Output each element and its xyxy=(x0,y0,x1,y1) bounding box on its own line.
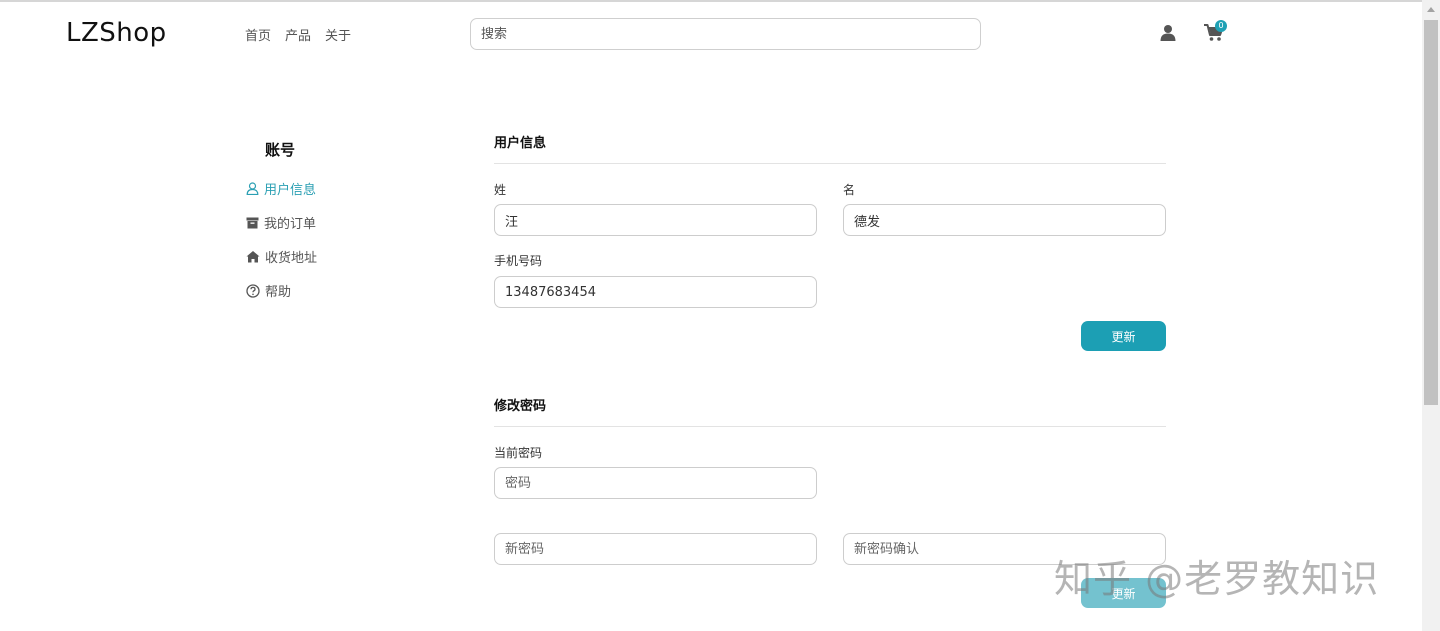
scrollbar-thumb[interactable] xyxy=(1424,20,1438,405)
last-name-field[interactable] xyxy=(494,204,817,236)
sidebar-title: 账号 xyxy=(265,141,296,159)
top-border xyxy=(0,0,1422,2)
sidebar-item-address[interactable]: 收货地址 xyxy=(246,247,317,266)
question-circle-icon xyxy=(246,283,260,298)
nav-item-products[interactable]: 产品 xyxy=(285,25,311,44)
sidebar-item-user-info[interactable]: 用户信息 xyxy=(246,179,316,198)
nav-item-about[interactable]: 关于 xyxy=(325,25,351,44)
main-nav: 首页 产品 关于 xyxy=(245,25,351,44)
home-icon xyxy=(246,251,260,263)
phone-label: 手机号码 xyxy=(494,254,543,268)
update-profile-button[interactable]: 更新 xyxy=(1081,321,1166,351)
logo[interactable]: LZShop xyxy=(66,18,167,48)
sidebar-item-label: 我的订单 xyxy=(264,217,317,232)
scrollbar[interactable] xyxy=(1422,0,1440,631)
sidebar-item-orders[interactable]: 我的订单 xyxy=(246,213,316,232)
sidebar-item-label: 收货地址 xyxy=(265,251,318,266)
first-name-field[interactable] xyxy=(843,204,1166,236)
sidebar-item-label: 用户信息 xyxy=(264,183,317,198)
current-password-field[interactable] xyxy=(494,467,817,499)
search-input[interactable] xyxy=(470,18,981,50)
section-divider xyxy=(494,426,1166,427)
sidebar-item-help[interactable]: 帮助 xyxy=(246,281,291,300)
scroll-up-arrow-icon[interactable] xyxy=(1422,0,1440,18)
user-outline-icon xyxy=(246,182,259,195)
user-icon[interactable] xyxy=(1159,24,1177,42)
nav-item-home[interactable]: 首页 xyxy=(245,25,271,44)
archive-box-icon xyxy=(246,217,259,229)
change-password-title: 修改密码 xyxy=(494,399,547,414)
watermark: 知乎 @老罗教知识 xyxy=(1054,557,1380,601)
cart-count-badge: 0 xyxy=(1215,20,1227,32)
last-name-label: 姓 xyxy=(494,183,507,197)
sidebar-item-label: 帮助 xyxy=(265,285,292,300)
first-name-label: 名 xyxy=(843,183,856,197)
current-password-label: 当前密码 xyxy=(494,446,543,460)
user-info-title: 用户信息 xyxy=(494,136,547,151)
phone-field[interactable] xyxy=(494,276,817,308)
new-password-field[interactable] xyxy=(494,533,817,565)
section-divider xyxy=(494,163,1166,164)
